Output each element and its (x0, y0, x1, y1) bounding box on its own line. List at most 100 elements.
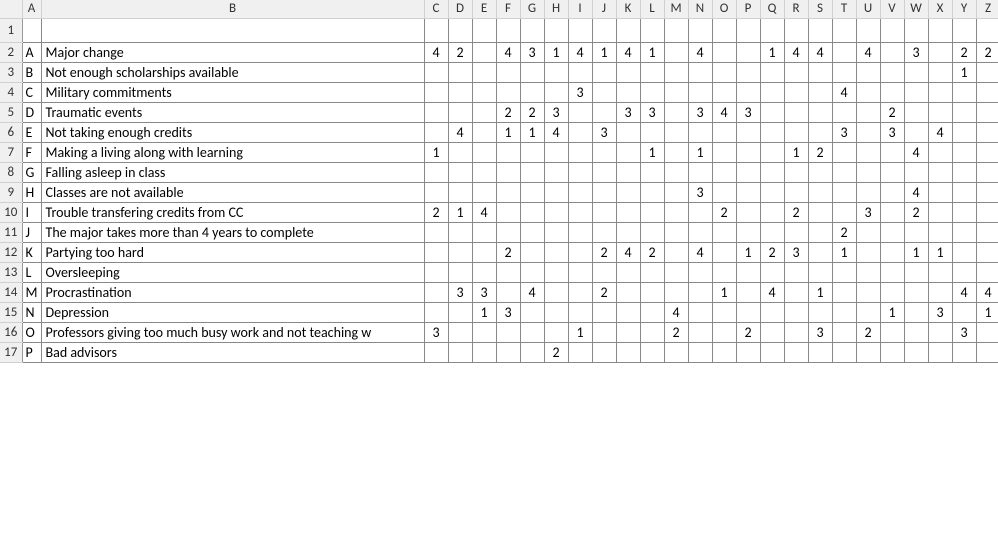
row-label[interactable]: Oversleeping (41, 262, 424, 282)
data-cell[interactable]: 1 (496, 122, 520, 142)
row-header-13[interactable]: 13 (0, 262, 22, 282)
data-cell[interactable] (928, 202, 952, 222)
student-header[interactable]: Student 2 (448, 18, 472, 42)
data-cell[interactable] (496, 82, 520, 102)
data-cell[interactable] (808, 242, 832, 262)
data-cell[interactable] (568, 282, 592, 302)
data-cell[interactable] (880, 222, 904, 242)
grid[interactable]: ABCDEFGHIJKLMNOPQRSTUVWXYZ1Student 1Stud… (0, 0, 998, 363)
data-cell[interactable] (832, 342, 856, 362)
row-header-11[interactable]: 11 (0, 222, 22, 242)
data-cell[interactable] (760, 222, 784, 242)
row-label[interactable]: Major change (41, 42, 424, 62)
data-cell[interactable]: 4 (952, 282, 976, 302)
data-cell[interactable] (880, 262, 904, 282)
data-cell[interactable] (856, 222, 880, 242)
data-cell[interactable] (976, 342, 998, 362)
row-code[interactable]: F (22, 142, 41, 162)
data-cell[interactable]: 3 (568, 82, 592, 102)
row-label[interactable]: Partying too hard (41, 242, 424, 262)
data-cell[interactable] (952, 122, 976, 142)
data-cell[interactable] (736, 202, 760, 222)
row-header-9[interactable]: 9 (0, 182, 22, 202)
data-cell[interactable] (784, 82, 808, 102)
data-cell[interactable] (976, 222, 998, 242)
data-cell[interactable] (904, 282, 928, 302)
data-cell[interactable] (736, 142, 760, 162)
data-cell[interactable] (640, 62, 664, 82)
data-cell[interactable]: 3 (880, 122, 904, 142)
data-cell[interactable]: 4 (928, 122, 952, 142)
student-header[interactable]: Student 7 (568, 18, 592, 42)
data-cell[interactable] (712, 122, 736, 142)
data-cell[interactable]: 2 (640, 242, 664, 262)
student-header[interactable]: Student 13 (712, 18, 736, 42)
data-cell[interactable] (520, 142, 544, 162)
data-cell[interactable] (808, 62, 832, 82)
row-label[interactable]: Trouble transfering credits from CC (41, 202, 424, 222)
data-cell[interactable]: 2 (976, 42, 998, 62)
data-cell[interactable] (424, 102, 448, 122)
data-cell[interactable]: 3 (472, 282, 496, 302)
row-code[interactable]: I (22, 202, 41, 222)
col-header-H[interactable]: H (544, 0, 568, 18)
data-cell[interactable]: 2 (832, 222, 856, 242)
data-cell[interactable] (880, 142, 904, 162)
data-cell[interactable] (952, 202, 976, 222)
data-cell[interactable] (568, 302, 592, 322)
col-header-F[interactable]: F (496, 0, 520, 18)
student-header[interactable]: Student 11 (664, 18, 688, 42)
data-cell[interactable] (688, 342, 712, 362)
data-cell[interactable] (616, 82, 640, 102)
data-cell[interactable] (568, 182, 592, 202)
data-cell[interactable] (856, 162, 880, 182)
data-cell[interactable] (784, 342, 808, 362)
col-header-R[interactable]: R (784, 0, 808, 18)
data-cell[interactable] (856, 182, 880, 202)
data-cell[interactable]: 1 (952, 62, 976, 82)
row-label[interactable]: The major takes more than 4 years to com… (41, 222, 424, 242)
col-header-O[interactable]: O (712, 0, 736, 18)
col-header-P[interactable]: P (736, 0, 760, 18)
data-cell[interactable] (808, 162, 832, 182)
data-cell[interactable] (424, 82, 448, 102)
data-cell[interactable] (832, 62, 856, 82)
data-cell[interactable] (976, 202, 998, 222)
data-cell[interactable]: 4 (424, 42, 448, 62)
data-cell[interactable]: 1 (760, 42, 784, 62)
data-cell[interactable] (448, 182, 472, 202)
data-cell[interactable] (472, 262, 496, 282)
data-cell[interactable] (592, 342, 616, 362)
data-cell[interactable] (712, 322, 736, 342)
data-cell[interactable] (424, 342, 448, 362)
row-code[interactable]: M (22, 282, 41, 302)
data-cell[interactable] (640, 262, 664, 282)
data-cell[interactable] (952, 242, 976, 262)
data-cell[interactable] (568, 102, 592, 122)
data-cell[interactable] (664, 162, 688, 182)
row-header-17[interactable]: 17 (0, 342, 22, 362)
row-code[interactable]: E (22, 122, 41, 142)
row-code[interactable]: P (22, 342, 41, 362)
data-cell[interactable] (928, 262, 952, 282)
data-cell[interactable] (784, 322, 808, 342)
row-label[interactable]: Not taking enough credits (41, 122, 424, 142)
select-all-corner[interactable] (0, 0, 22, 18)
data-cell[interactable] (496, 182, 520, 202)
data-cell[interactable] (688, 62, 712, 82)
data-cell[interactable] (640, 282, 664, 302)
data-cell[interactable] (472, 222, 496, 242)
data-cell[interactable] (736, 342, 760, 362)
data-cell[interactable] (952, 262, 976, 282)
data-cell[interactable]: 3 (736, 102, 760, 122)
data-cell[interactable] (544, 262, 568, 282)
data-cell[interactable] (904, 122, 928, 142)
data-cell[interactable] (712, 62, 736, 82)
data-cell[interactable]: 3 (832, 122, 856, 142)
data-cell[interactable] (616, 162, 640, 182)
row-header-10[interactable]: 10 (0, 202, 22, 222)
data-cell[interactable] (712, 342, 736, 362)
data-cell[interactable] (664, 182, 688, 202)
data-cell[interactable] (472, 142, 496, 162)
data-cell[interactable] (568, 262, 592, 282)
